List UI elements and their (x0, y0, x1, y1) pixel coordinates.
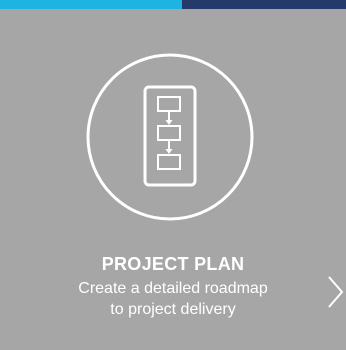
icon-circle (86, 53, 254, 221)
card-description-line2: to project delivery (110, 301, 236, 318)
accent-bar-navy (182, 0, 346, 9)
accent-bar-cyan (0, 0, 182, 9)
chevron-right-icon[interactable] (327, 275, 345, 309)
accent-bar (0, 0, 346, 9)
card-title: PROJECT PLAN (101, 254, 245, 274)
card-description-line1: Create a detailed roadmap (78, 280, 268, 297)
project-plan-card[interactable]: PROJECT PLAN Create a detailed roadmap t… (0, 9, 346, 350)
card-description: Create a detailed roadmap to project del… (0, 278, 346, 320)
flowchart-icon (86, 53, 254, 221)
